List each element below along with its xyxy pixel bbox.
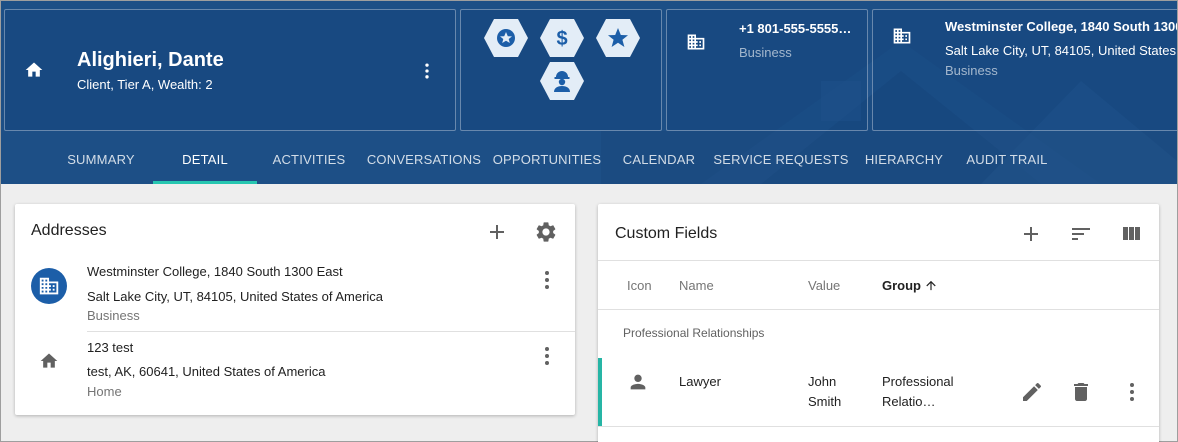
columns-icon[interactable] xyxy=(1119,222,1143,246)
building-icon xyxy=(31,268,67,304)
tab-audit-trail[interactable]: AUDIT TRAIL xyxy=(959,139,1055,184)
custom-fields-title: Custom Fields xyxy=(615,225,718,242)
worker-icon[interactable] xyxy=(539,61,585,101)
home-icon xyxy=(25,62,43,77)
tab-calendar[interactable]: CALENDAR xyxy=(611,139,707,184)
column-header-name[interactable]: Name xyxy=(679,278,714,293)
custom-fields-panel: Custom Fields Icon Name Value Group Prof… xyxy=(598,204,1159,442)
tab-hierarchy[interactable]: HIERARCHY xyxy=(853,139,955,184)
active-tab-indicator xyxy=(153,181,257,184)
divider xyxy=(598,260,1159,261)
row-accent xyxy=(598,358,602,426)
client-subtitle: Client, Tier A, Wealth: 2 xyxy=(77,77,213,92)
address-type: Home xyxy=(87,384,122,399)
tab-activities[interactable]: ACTIVITIES xyxy=(261,139,357,184)
more-options-icon[interactable] xyxy=(1120,380,1144,404)
tab-conversations[interactable]: CONVERSATIONS xyxy=(361,139,487,184)
trash-icon[interactable] xyxy=(1069,380,1093,404)
cell-group-line1: Professional xyxy=(882,374,954,389)
cell-group-line2: Relatio… xyxy=(882,394,936,409)
column-header-icon[interactable]: Icon xyxy=(627,278,652,293)
phone-card[interactable]: +1 801-555-5555… Business xyxy=(666,9,868,131)
primary-address-type: Business xyxy=(945,63,998,78)
sort-icon[interactable] xyxy=(1069,222,1093,246)
building-icon xyxy=(687,34,705,50)
group-header: Professional Relationships xyxy=(623,326,765,340)
cell-name: Lawyer xyxy=(679,374,721,389)
divider xyxy=(598,426,1159,427)
primary-address-line2: Salt Lake City, UT, 84105, United States xyxy=(945,43,1176,58)
cell-value-line2: Smith xyxy=(808,394,842,409)
client-header: Alighieri, Dante Client, Tier A, Wealth:… xyxy=(1,1,1177,184)
tab-summary[interactable]: SUMMARY xyxy=(53,139,149,184)
pencil-icon[interactable] xyxy=(1020,380,1044,404)
more-options-icon[interactable] xyxy=(535,268,559,292)
home-icon xyxy=(40,353,58,368)
add-icon[interactable] xyxy=(485,220,509,244)
phone-type: Business xyxy=(739,45,792,60)
address-type: Business xyxy=(87,308,140,323)
dollar-icon[interactable]: $ xyxy=(539,18,585,58)
phone-number: +1 801-555-5555… xyxy=(739,21,852,36)
primary-address-line1: Westminster College, 1840 South 1300 xyxy=(945,19,1177,34)
gear-icon[interactable] xyxy=(534,220,558,244)
more-options-icon[interactable] xyxy=(417,60,437,82)
client-name: Alighieri, Dante xyxy=(77,49,224,71)
column-header-value[interactable]: Value xyxy=(808,278,840,293)
star-circle-icon[interactable] xyxy=(483,18,529,58)
column-header-group[interactable]: Group xyxy=(882,278,921,293)
star-icon[interactable] xyxy=(595,18,641,58)
cell-value-line1: John xyxy=(808,374,837,389)
addresses-panel: Addresses Westminster College, 1840 Sout… xyxy=(15,204,575,415)
divider xyxy=(598,309,1159,310)
add-icon[interactable] xyxy=(1019,222,1043,246)
address-title: Westminster College, 1840 South 1300 Eas… xyxy=(87,264,343,279)
building-icon xyxy=(893,28,911,44)
more-options-icon[interactable] xyxy=(535,344,559,368)
svg-text:$: $ xyxy=(556,28,567,50)
tab-bar: SUMMARY DETAIL ACTIVITIES CONVERSATIONS … xyxy=(1,139,1177,184)
address-card[interactable]: Westminster College, 1840 South 1300 Sal… xyxy=(872,9,1177,131)
badges-card: $ xyxy=(460,9,662,131)
arrow-up-icon[interactable] xyxy=(924,278,938,293)
divider xyxy=(87,331,575,332)
addresses-title: Addresses xyxy=(31,222,107,239)
address-line: test, AK, 60641, United States of Americ… xyxy=(87,364,326,379)
client-card: Alighieri, Dante Client, Tier A, Wealth:… xyxy=(4,9,456,131)
tab-service-requests[interactable]: SERVICE REQUESTS xyxy=(713,139,849,184)
address-title: 123 test xyxy=(87,340,134,355)
tab-detail[interactable]: DETAIL xyxy=(153,139,257,184)
address-line: Salt Lake City, UT, 84105, United States… xyxy=(87,289,384,304)
tab-opportunities[interactable]: OPPORTUNITIES xyxy=(491,139,603,184)
person-icon xyxy=(630,374,646,390)
